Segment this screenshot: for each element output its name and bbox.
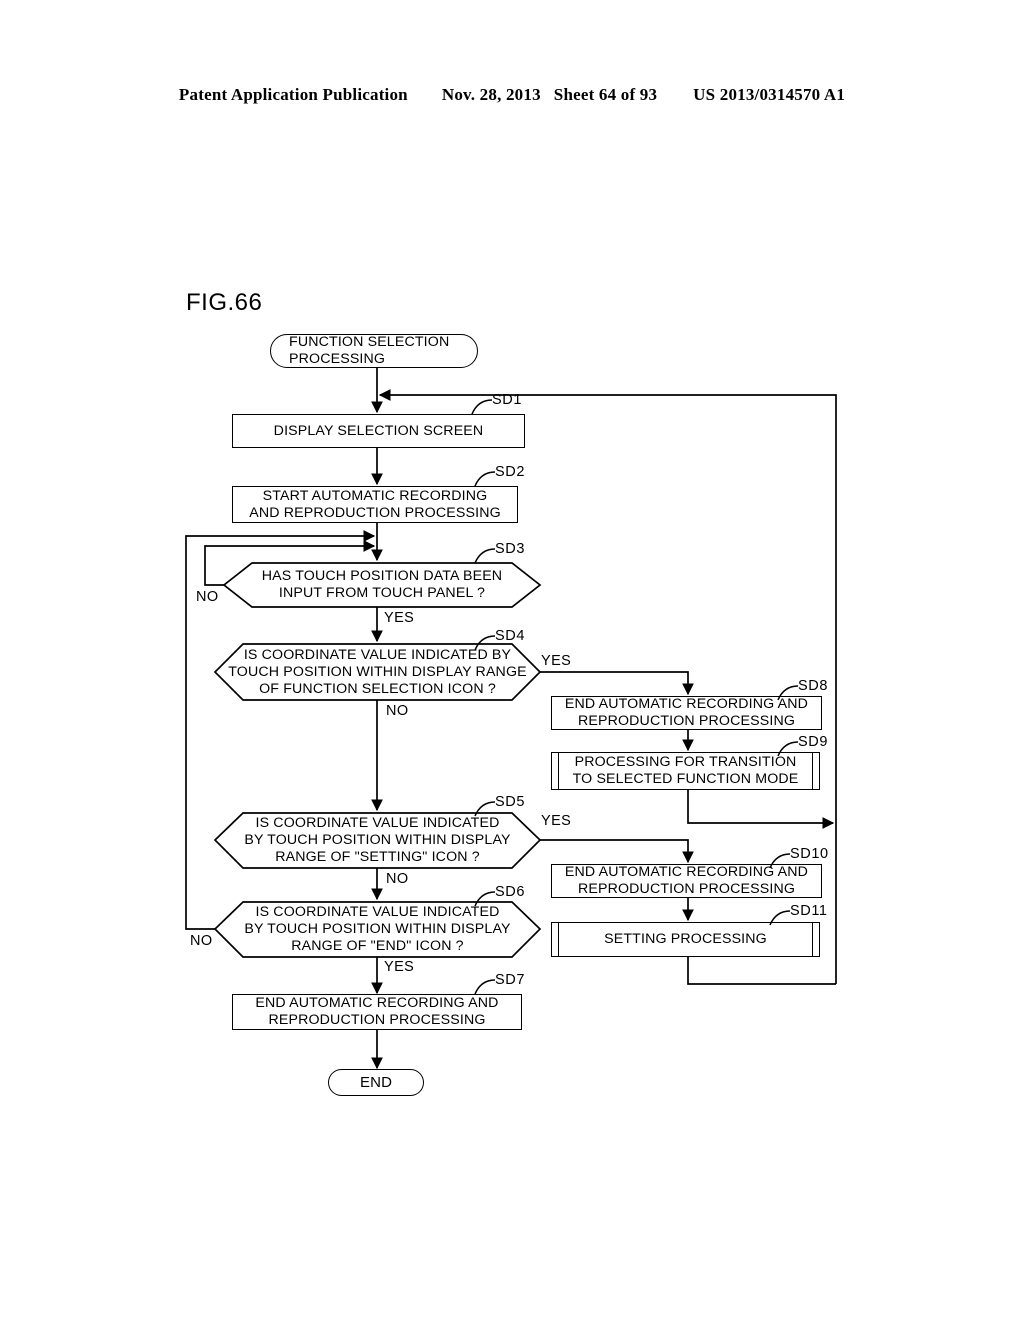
node-start: FUNCTION SELECTION PROCESSING bbox=[270, 334, 478, 368]
node-sd2-line-1: START AUTOMATIC RECORDING bbox=[262, 487, 488, 504]
branch-label-sd3-no: NO bbox=[196, 589, 219, 605]
leader-sd6 bbox=[474, 891, 496, 907]
node-start-line-1: FUNCTION SELECTION bbox=[289, 334, 450, 350]
node-sd10-line-2: REPRODUCTION PROCESSING bbox=[577, 881, 796, 897]
node-end: END bbox=[328, 1069, 424, 1096]
branch-label-sd6-yes: YES bbox=[384, 959, 415, 975]
branch-label-sd4-no: NO bbox=[386, 703, 409, 719]
step-id-sd10: SD10 bbox=[790, 846, 829, 862]
step-id-sd5: SD5 bbox=[495, 794, 526, 810]
leader-sd2 bbox=[474, 471, 496, 487]
node-sd7-line-2: REPRODUCTION PROCESSING bbox=[268, 1012, 486, 1028]
step-id-sd7: SD7 bbox=[495, 972, 526, 988]
node-sd6-line-3: RANGE OF "END" ICON ? bbox=[291, 938, 464, 954]
leader-sd10 bbox=[769, 853, 791, 869]
node-sd3-line-1: HAS TOUCH POSITION DATA BEEN bbox=[261, 568, 503, 584]
node-sd7: END AUTOMATIC RECORDING AND REPRODUCTION… bbox=[232, 994, 522, 1030]
leader-sd8 bbox=[777, 685, 799, 701]
step-id-sd1: SD1 bbox=[492, 392, 523, 408]
node-sd2-line-2: AND REPRODUCTION PROCESSING bbox=[249, 504, 501, 521]
node-sd1-line-1: DISPLAY SELECTION SCREEN bbox=[273, 422, 484, 439]
node-sd3: HAS TOUCH POSITION DATA BEEN INPUT FROM … bbox=[224, 563, 540, 607]
branch-label-sd5-no: NO bbox=[386, 871, 409, 887]
node-sd4-line-3: OF FUNCTION SELECTION ICON ? bbox=[259, 680, 496, 697]
step-id-sd9: SD9 bbox=[798, 734, 829, 750]
figure-title: FIG.66 bbox=[186, 289, 263, 316]
node-sd1: DISPLAY SELECTION SCREEN bbox=[232, 414, 525, 448]
header-publication: Patent Application Publication bbox=[178, 85, 408, 104]
step-id-sd8: SD8 bbox=[798, 678, 829, 694]
step-id-sd4: SD4 bbox=[495, 628, 526, 644]
node-sd9-line-2: TO SELECTED FUNCTION MODE bbox=[572, 771, 799, 787]
node-sd8-line-2: REPRODUCTION PROCESSING bbox=[577, 713, 796, 729]
node-sd6-line-2: BY TOUCH POSITION WITHIN DISPLAY bbox=[244, 921, 511, 937]
step-id-sd11: SD11 bbox=[790, 903, 828, 919]
step-id-sd6: SD6 bbox=[495, 884, 526, 900]
node-sd2: START AUTOMATIC RECORDING AND REPRODUCTI… bbox=[232, 486, 518, 523]
node-sd5-line-2: BY TOUCH POSITION WITHIN DISPLAY bbox=[244, 832, 511, 848]
leader-sd11 bbox=[769, 910, 791, 926]
branch-label-sd5-yes: YES bbox=[541, 813, 572, 829]
branch-label-sd3-yes: YES bbox=[384, 610, 415, 626]
branch-label-sd4-yes: YES bbox=[541, 653, 572, 669]
leader-sd1 bbox=[471, 399, 493, 415]
leader-sd5 bbox=[474, 801, 496, 817]
header-patent-number: US 2013/0314570 A1 bbox=[693, 85, 846, 104]
node-sd8-line-1: END AUTOMATIC RECORDING AND bbox=[564, 696, 809, 712]
node-sd7-line-1: END AUTOMATIC RECORDING AND bbox=[255, 995, 499, 1011]
header-sheet: Sheet 64 of 93 bbox=[553, 85, 658, 104]
leader-sd7 bbox=[474, 979, 496, 995]
step-id-sd2: SD2 bbox=[495, 464, 526, 480]
header-date: Nov. 28, 2013 bbox=[441, 85, 541, 104]
node-sd9-line-1: PROCESSING FOR TRANSITION bbox=[574, 754, 797, 770]
leader-sd4 bbox=[474, 635, 496, 651]
node-sd5-line-3: RANGE OF "SETTING" ICON ? bbox=[275, 849, 480, 865]
step-id-sd3: SD3 bbox=[495, 541, 526, 557]
branch-label-sd6-no: NO bbox=[190, 933, 213, 949]
leader-sd3 bbox=[474, 548, 496, 564]
node-start-line-2: PROCESSING bbox=[289, 351, 386, 367]
node-sd11-line-1: SETTING PROCESSING bbox=[604, 931, 767, 947]
node-sd3-line-2: INPUT FROM TOUCH PANEL ? bbox=[278, 585, 486, 601]
node-sd5: IS COORDINATE VALUE INDICATED BY TOUCH P… bbox=[215, 813, 540, 868]
node-sd4-line-2: TOUCH POSITION WITHIN DISPLAY RANGE bbox=[228, 663, 527, 680]
node-sd5-line-1: IS COORDINATE VALUE INDICATED bbox=[255, 815, 500, 831]
leader-sd9 bbox=[777, 741, 799, 757]
page-header: Patent Application Publication Nov. 28, … bbox=[0, 85, 1024, 109]
node-end-line-1: END bbox=[359, 1074, 393, 1091]
node-sd6: IS COORDINATE VALUE INDICATED BY TOUCH P… bbox=[215, 902, 540, 957]
node-sd6-line-1: IS COORDINATE VALUE INDICATED bbox=[255, 904, 500, 920]
node-sd4-line-1: IS COORDINATE VALUE INDICATED BY bbox=[243, 646, 512, 663]
